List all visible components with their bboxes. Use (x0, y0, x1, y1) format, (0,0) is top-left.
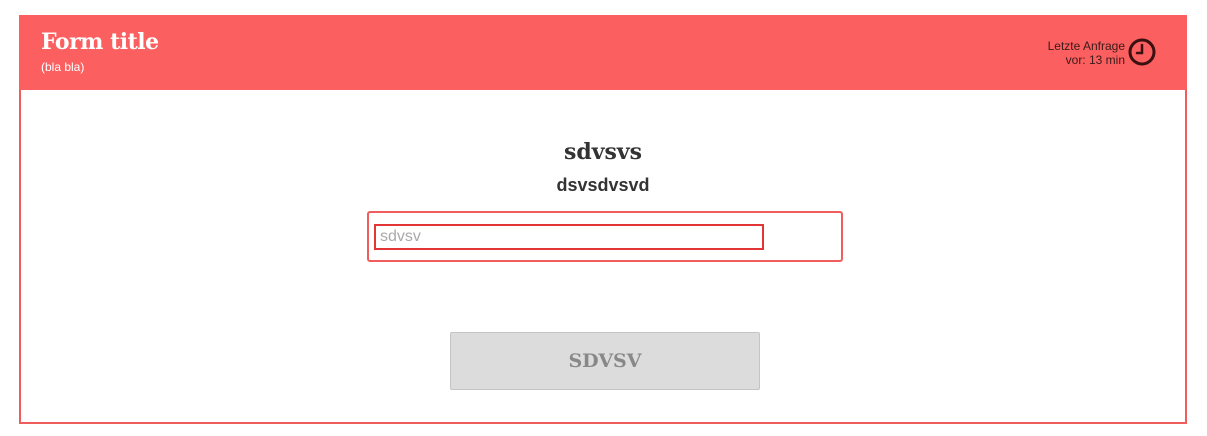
last-request-label: Letzte Anfrage (1047, 39, 1125, 53)
form-subtitle: (bla bla) (41, 60, 85, 74)
input-container (367, 211, 843, 262)
clock-icon (1128, 38, 1156, 66)
question-subtitle: dsvsdvsvd (556, 175, 650, 195)
form-title: Form title (41, 29, 159, 55)
question-title: sdvsvs (563, 139, 643, 165)
last-request-time: vor: 13 min (1065, 53, 1125, 67)
submit-button[interactable]: SDVSV (450, 332, 760, 390)
form-header: Form title (bla bla) Letzte Anfrage vor:… (19, 15, 1187, 90)
last-request-info: Letzte Anfrage vor: 13 min (1048, 39, 1125, 67)
form-card: Form title (bla bla) Letzte Anfrage vor:… (19, 15, 1187, 424)
answer-input[interactable] (374, 224, 764, 250)
